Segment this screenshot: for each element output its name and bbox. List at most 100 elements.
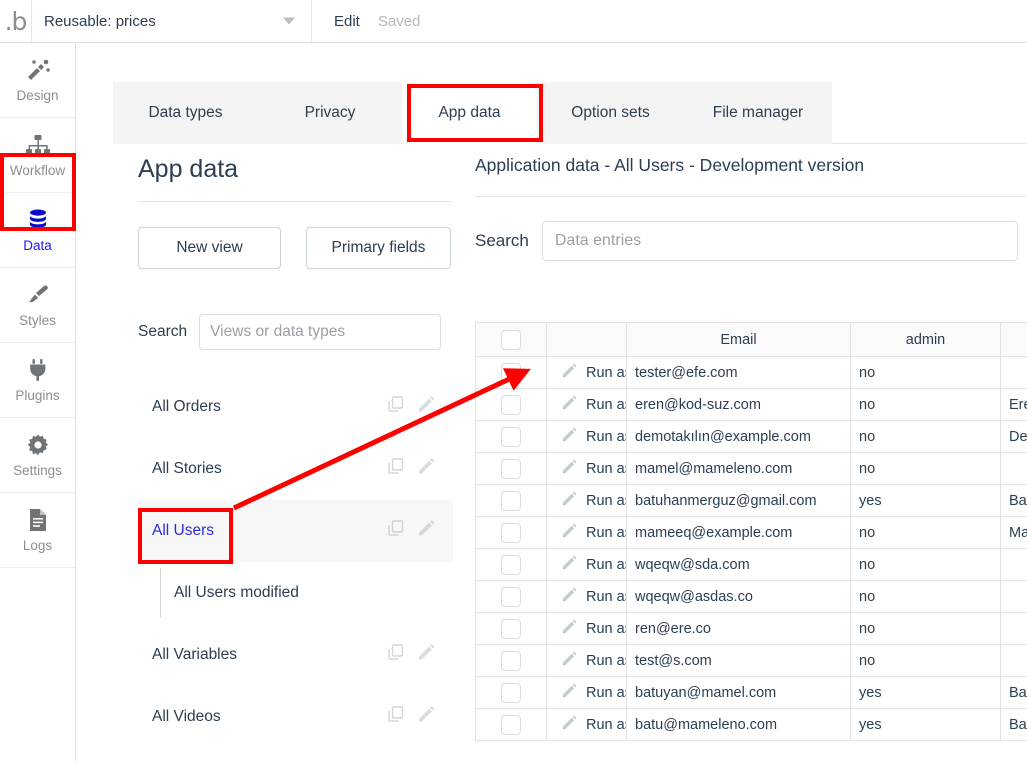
pencil-icon[interactable] — [561, 682, 577, 703]
row-checkbox[interactable] — [501, 522, 521, 543]
pencil-icon[interactable] — [417, 644, 435, 667]
table-row[interactable]: Run as →batuhanmerguz@gmail.comyesBat — [475, 484, 1027, 517]
document-icon — [28, 507, 48, 533]
pencil-icon[interactable] — [417, 706, 435, 729]
new-view-button[interactable]: New view — [138, 227, 281, 269]
tab-file-manager[interactable]: File manager — [684, 82, 832, 144]
pencil-icon[interactable] — [561, 426, 577, 447]
pencil-icon[interactable] — [417, 458, 435, 481]
row-checkbox[interactable] — [501, 586, 521, 607]
view-item-all-videos[interactable]: All Videos — [138, 686, 453, 748]
run-as-link[interactable]: Run as → — [586, 717, 626, 733]
primary-fields-button[interactable]: Primary fields — [306, 227, 451, 269]
name-header[interactable] — [1000, 322, 1027, 357]
row-checkbox[interactable] — [501, 426, 521, 447]
data-context-title: Application data - All Users - Developme… — [475, 155, 865, 175]
row-checkbox[interactable] — [501, 618, 521, 639]
table-row[interactable]: Run as →test@s.comno — [475, 644, 1027, 677]
pencil-icon[interactable] — [561, 458, 577, 479]
row-select-cell — [475, 580, 547, 613]
view-item-all-stories[interactable]: All Stories — [138, 438, 453, 500]
cell-name: Bat — [1000, 708, 1027, 741]
run-as-link[interactable]: Run as → — [586, 653, 626, 669]
row-actions-cell: Run as → — [546, 548, 627, 581]
pencil-icon[interactable] — [561, 586, 577, 607]
table-row[interactable]: Run as →tester@efe.comno — [475, 356, 1027, 389]
run-as-link[interactable]: Run as → — [586, 525, 626, 541]
run-as-link[interactable]: Run as → — [586, 557, 626, 573]
cell-admin: no — [850, 516, 1001, 549]
sidebar-item-plugins[interactable]: Plugins — [0, 343, 75, 418]
pencil-icon[interactable] — [561, 490, 577, 511]
row-checkbox[interactable] — [501, 714, 521, 735]
run-as-link[interactable]: Run as → — [586, 365, 626, 381]
pencil-icon[interactable] — [561, 522, 577, 543]
tab-option-sets[interactable]: Option sets — [537, 82, 684, 144]
sidebar-item-logs[interactable]: Logs — [0, 493, 75, 568]
app-name-label: Reusable: prices — [44, 12, 156, 30]
row-checkbox[interactable] — [501, 394, 521, 415]
table-row[interactable]: Run as →mamel@mameleno.comno — [475, 452, 1027, 485]
tab-data-types[interactable]: Data types — [113, 82, 258, 144]
table-header-row: Email admin — [475, 322, 1027, 357]
run-as-link[interactable]: Run as → — [586, 461, 626, 477]
sidebar-item-data[interactable]: Data — [0, 193, 75, 268]
pencil-icon[interactable] — [561, 394, 577, 415]
view-item-all-variables[interactable]: All Variables — [138, 624, 453, 686]
row-checkbox[interactable] — [501, 362, 521, 383]
run-as-link[interactable]: Run as → — [586, 685, 626, 701]
sidebar-item-workflow[interactable]: Workflow — [0, 118, 75, 193]
row-select-cell — [475, 452, 547, 485]
row-checkbox[interactable] — [501, 490, 521, 511]
pencil-icon[interactable] — [417, 396, 435, 419]
row-checkbox[interactable] — [501, 554, 521, 575]
run-as-link[interactable]: Run as → — [586, 621, 626, 637]
pencil-icon[interactable] — [561, 714, 577, 735]
copy-icon[interactable] — [387, 396, 405, 419]
app-name-dropdown[interactable]: Reusable: prices — [32, 0, 312, 43]
gear-icon — [26, 432, 50, 458]
row-checkbox[interactable] — [501, 650, 521, 671]
views-search-input[interactable] — [199, 314, 442, 350]
pencil-icon[interactable] — [561, 618, 577, 639]
view-item-all-users[interactable]: All Users — [138, 500, 453, 562]
sidebar-label-workflow: Workflow — [9, 163, 66, 178]
table-row[interactable]: Run as →demotakılın@example.comnoDem — [475, 420, 1027, 453]
row-checkbox[interactable] — [501, 682, 521, 703]
view-subitem-all-users-modified[interactable]: All Users modified — [138, 562, 453, 624]
tab-privacy[interactable]: Privacy — [258, 82, 402, 144]
table-row[interactable]: Run as →wqeqw@asdas.cono — [475, 580, 1027, 613]
table-body: Run as →tester@efe.comnoRun as →eren@kod… — [475, 356, 1027, 741]
pencil-icon[interactable] — [561, 554, 577, 575]
bubble-logo[interactable]: .b — [0, 0, 32, 43]
table-row[interactable]: Run as →mameeq@example.comnoMa — [475, 516, 1027, 549]
table-row[interactable]: Run as →batu@mameleno.comyesBat — [475, 708, 1027, 741]
table-row[interactable]: Run as →eren@kod-suz.comnoEre — [475, 388, 1027, 421]
run-as-link[interactable]: Run as → — [586, 493, 626, 509]
copy-icon[interactable] — [387, 706, 405, 729]
table-row[interactable]: Run as →batuyan@mamel.comyesBat — [475, 676, 1027, 709]
run-as-link[interactable]: Run as → — [586, 397, 626, 413]
pencil-icon[interactable] — [561, 362, 577, 383]
view-item-all-orders[interactable]: All Orders — [138, 376, 453, 438]
copy-icon[interactable] — [387, 644, 405, 667]
entries-search-input[interactable] — [541, 221, 1018, 261]
table-row[interactable]: Run as →ren@ere.cono — [475, 612, 1027, 645]
select-all-checkbox[interactable] — [501, 329, 521, 350]
tab-app-data[interactable]: App data — [402, 82, 537, 144]
sidebar-item-design[interactable]: Design — [0, 43, 75, 118]
edit-button[interactable]: Edit — [334, 13, 360, 30]
sidebar-item-settings[interactable]: Settings — [0, 418, 75, 493]
run-as-link[interactable]: Run as → — [586, 589, 626, 605]
copy-icon[interactable] — [387, 520, 405, 543]
email-header[interactable]: Email — [626, 322, 851, 357]
run-as-link[interactable]: Run as → — [586, 429, 626, 445]
pencil-icon[interactable] — [417, 520, 435, 543]
pencil-icon[interactable] — [561, 650, 577, 671]
sidebar-item-styles[interactable]: Styles — [0, 268, 75, 343]
copy-icon[interactable] — [387, 458, 405, 481]
admin-header[interactable]: admin — [850, 322, 1001, 357]
row-checkbox[interactable] — [501, 458, 521, 479]
top-bar: .b Reusable: prices Edit Saved — [0, 0, 1027, 43]
table-row[interactable]: Run as →wqeqw@sda.comno — [475, 548, 1027, 581]
